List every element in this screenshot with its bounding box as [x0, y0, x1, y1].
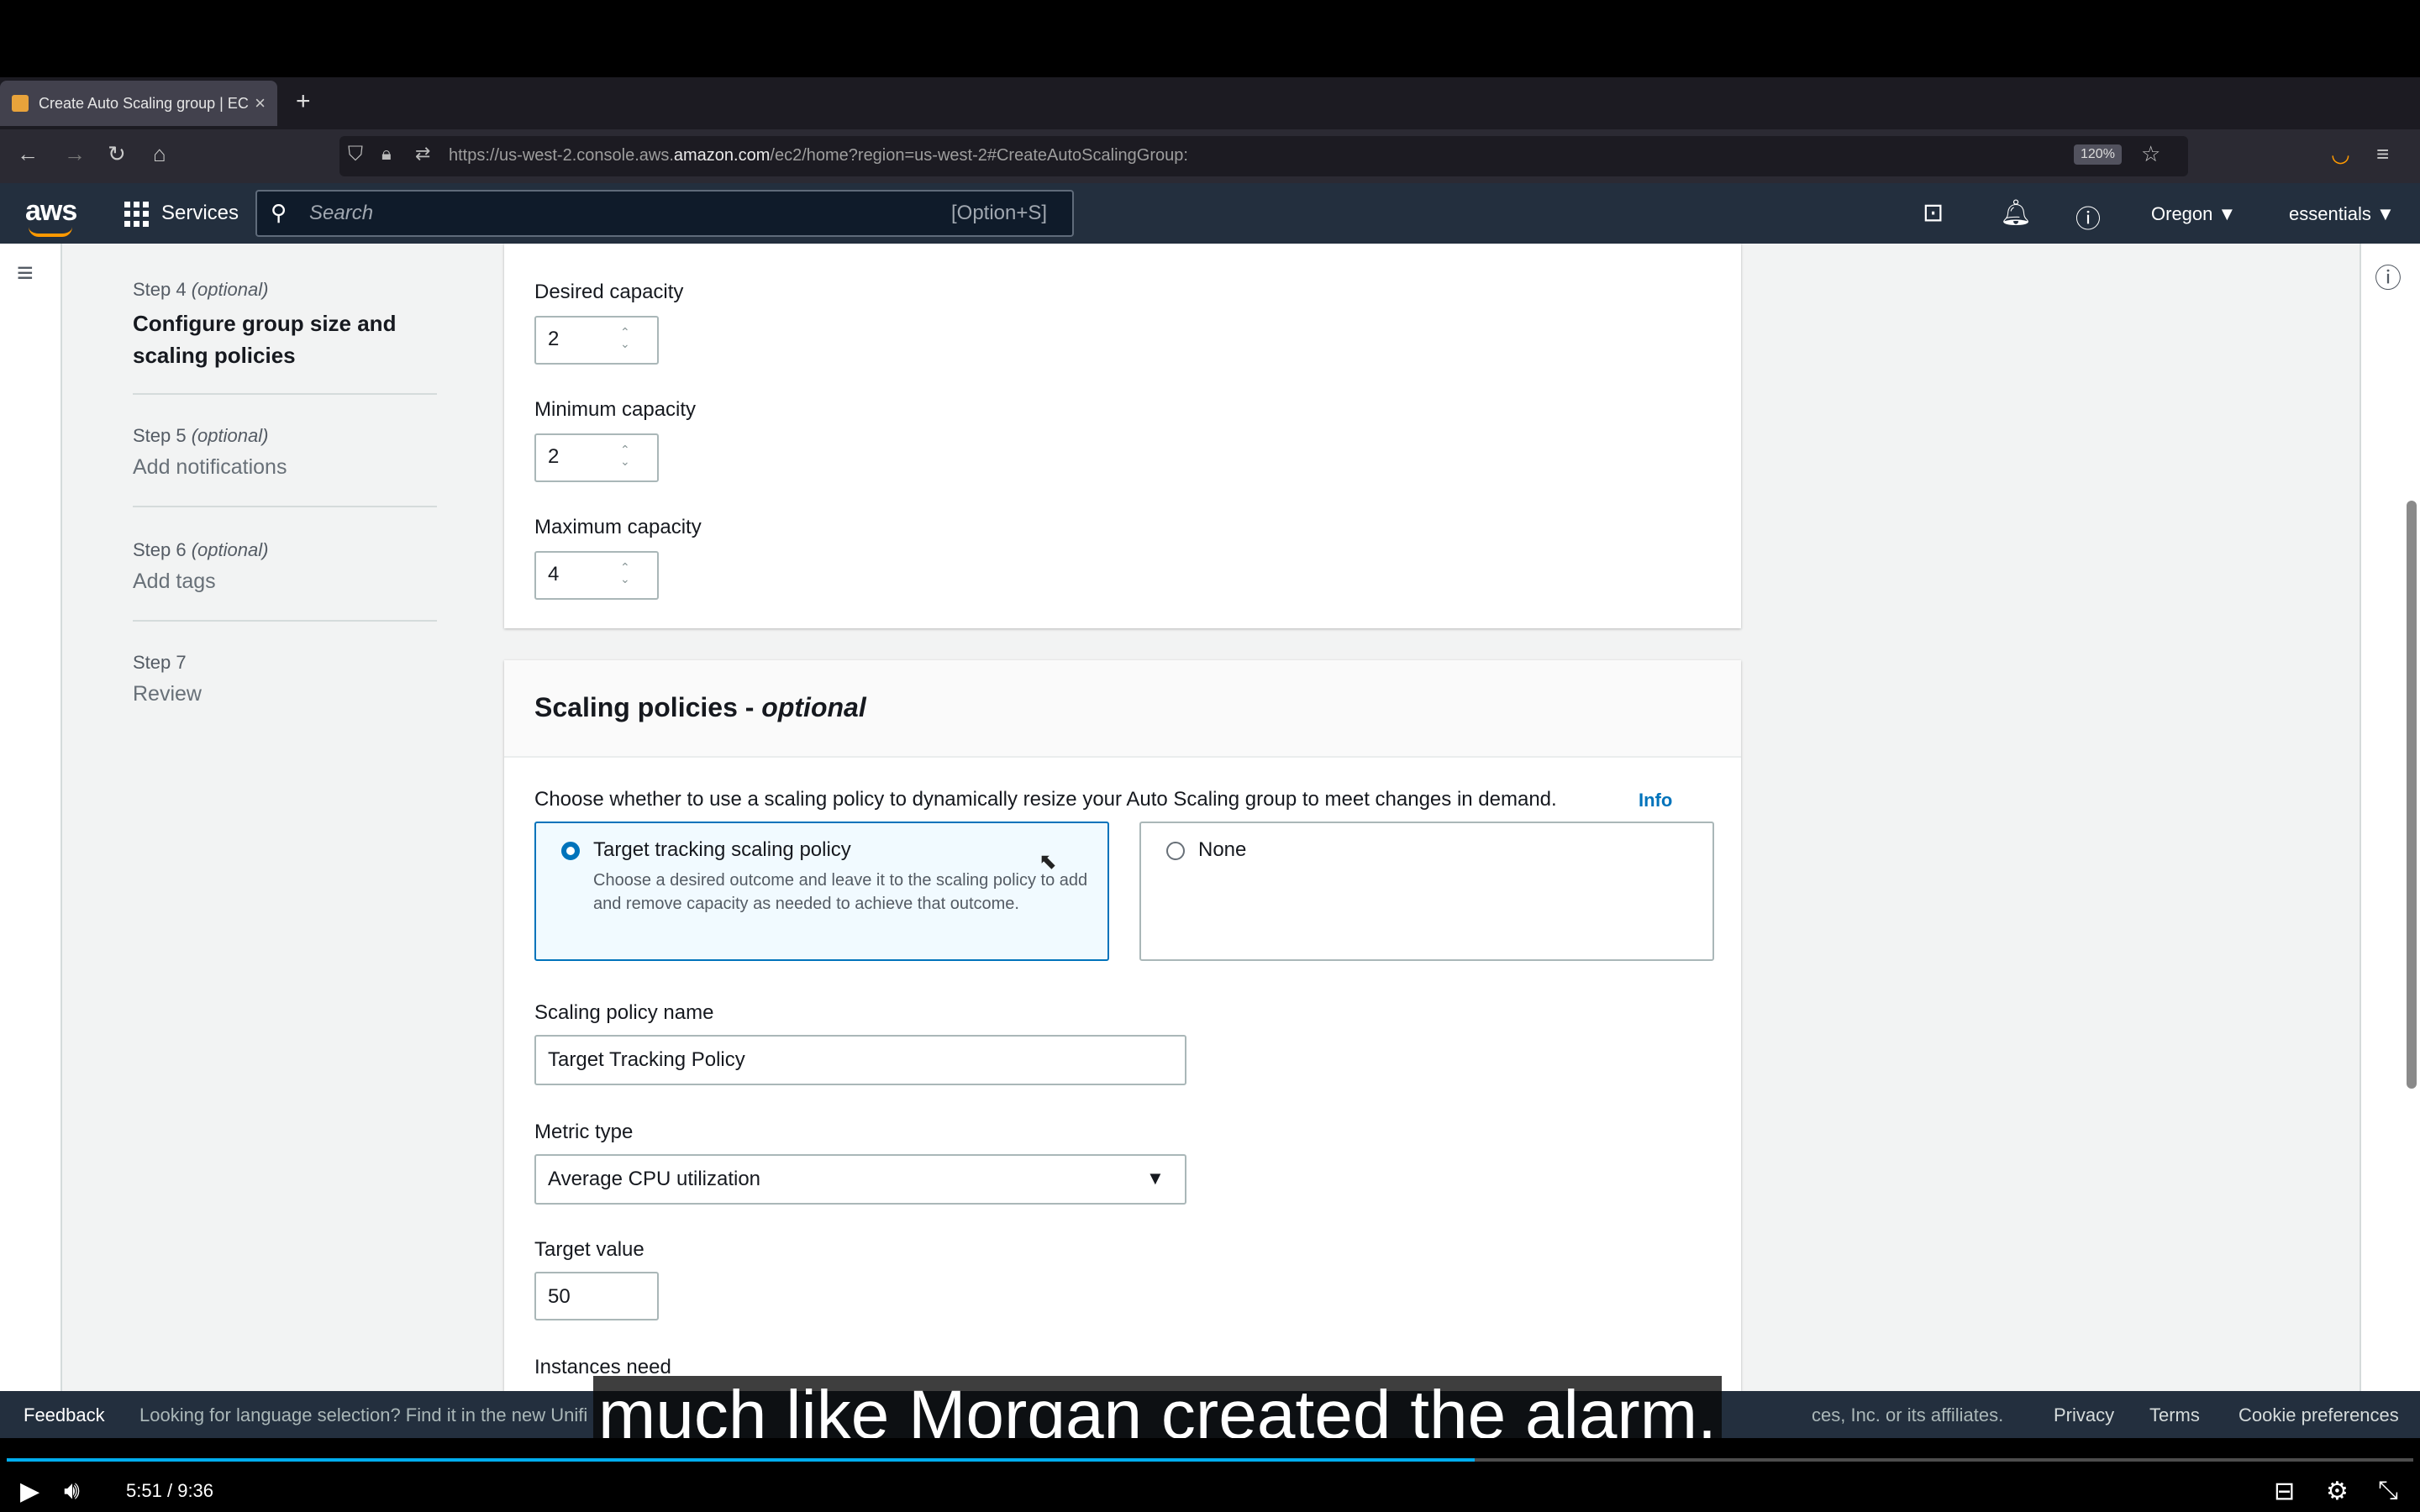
metric-type-label: Metric type — [534, 1121, 634, 1143]
shield-icon: ⛉ — [348, 143, 363, 165]
scaling-policies-title: Scaling policies - optional — [534, 692, 866, 722]
services-button[interactable]: Services — [161, 202, 239, 225]
help-icon[interactable]: ⓘ — [2075, 198, 2101, 235]
aws-logo[interactable]: aws — [25, 195, 77, 228]
scaling-policies-card — [504, 660, 1741, 1391]
target-tracking-title: Target tracking scaling policy — [593, 838, 851, 861]
target-value-value: 50 — [548, 1285, 571, 1308]
info-link[interactable]: Info — [1639, 790, 1672, 811]
volume-icon[interactable]: 🔊︎ — [64, 1477, 80, 1505]
policy-name-value: Target Tracking Policy — [548, 1048, 745, 1071]
search-shortcut: [Option+S] — [951, 202, 1048, 224]
step-divider — [133, 506, 437, 507]
time-display: 5:51 / 9:36 — [126, 1480, 214, 1501]
info-panel-icon[interactable]: ⓘ — [2375, 257, 2402, 296]
minimum-capacity-label: Minimum capacity — [534, 398, 697, 421]
step-6-title[interactable]: Add tags — [133, 570, 216, 594]
new-tab-icon[interactable]: + — [296, 87, 311, 116]
tab-title: Create Auto Scaling group | EC2 — [39, 94, 249, 112]
maximum-capacity-value: 4 — [548, 563, 560, 585]
desired-capacity-label: Desired capacity — [534, 281, 684, 303]
spinner-arrows-icon[interactable]: ⌃ ⌄ — [620, 561, 630, 585]
browser-tab[interactable]: Create Auto Scaling group | EC2 × — [0, 81, 277, 126]
step-divider — [133, 620, 437, 622]
aws-favicon-icon — [12, 95, 29, 112]
exit-fullscreen-icon[interactable]: ⤡ — [2378, 1477, 2398, 1505]
search-icon: ⚲ — [271, 200, 287, 225]
services-grid-icon[interactable] — [124, 202, 150, 227]
spinner-arrows-icon[interactable]: ⌃ ⌄ — [620, 326, 630, 349]
policy-name-label: Scaling policy name — [534, 1001, 714, 1024]
step-4-title[interactable]: Configure group size and scaling policie… — [133, 307, 410, 371]
maximum-capacity-label: Maximum capacity — [534, 516, 702, 538]
play-icon[interactable]: ▶ — [20, 1477, 39, 1506]
progress-fill — [7, 1458, 1476, 1462]
captions-icon[interactable]: ⊟ — [2274, 1477, 2295, 1506]
account-menu[interactable]: essentials ▼ — [2289, 203, 2395, 225]
target-value-label: Target value — [534, 1238, 644, 1261]
terms-link[interactable]: Terms — [2149, 1404, 2200, 1426]
language-notice: Looking for language selection? Find it … — [139, 1404, 588, 1425]
lock-icon: 🔒︎ — [381, 143, 392, 164]
step-6-label: Step 6 (optional) — [133, 539, 269, 560]
close-tab-icon[interactable]: × — [255, 92, 266, 114]
url-text: https://us-west-2.console.aws.amazon.com… — [449, 146, 1188, 165]
zoom-level-badge[interactable]: 120% — [2074, 144, 2122, 165]
feedback-link[interactable]: Feedback — [24, 1404, 105, 1426]
mouse-cursor-icon: ⬉ — [1039, 848, 1057, 874]
step-7-title[interactable]: Review — [133, 682, 202, 706]
forward-icon[interactable]: → — [64, 141, 86, 167]
step-7-label: Step 7 — [133, 652, 187, 673]
target-tracking-description: Choose a desired outcome and leave it to… — [593, 871, 1088, 913]
group-size-card — [504, 244, 1741, 628]
menu-icon[interactable]: ≡ — [2376, 141, 2389, 167]
notifications-bell-icon[interactable]: 🔔︎ — [2000, 198, 2032, 228]
browser-tab-bar — [0, 77, 2420, 129]
spinner-arrows-icon[interactable]: ⌃ ⌄ — [620, 444, 630, 467]
side-nav-strip — [0, 244, 62, 1391]
desired-capacity-value: 2 — [548, 328, 560, 350]
settings-gear-icon[interactable]: ⚙ — [2326, 1477, 2349, 1506]
step-5-title[interactable]: Add notifications — [133, 455, 287, 480]
cloudshell-icon[interactable]: ⊡ — [1923, 198, 1944, 228]
cookie-preferences-link[interactable]: Cookie preferences — [2238, 1404, 2399, 1426]
hamburger-menu-icon[interactable]: ≡ — [17, 257, 34, 290]
minimum-capacity-value: 2 — [548, 445, 560, 468]
caret-down-icon[interactable]: ▼ — [1146, 1168, 1165, 1189]
extension-icon[interactable]: ◡ — [2331, 141, 2350, 167]
metric-type-value: Average CPU utilization — [548, 1168, 761, 1190]
permissions-icon: ⇄ — [415, 143, 431, 164]
target-tracking-radio[interactable] — [561, 842, 580, 860]
reload-icon[interactable]: ↻ — [108, 141, 126, 167]
search-placeholder: Search — [309, 202, 374, 224]
copyright-text: ces, Inc. or its affiliates. — [1812, 1404, 2004, 1425]
letterbox-top — [0, 0, 2420, 77]
aws-logo-smile-icon — [29, 227, 72, 237]
home-icon[interactable]: ⌂ — [153, 141, 166, 167]
step-5-label: Step 5 (optional) — [133, 425, 269, 446]
back-icon[interactable]: ← — [17, 141, 39, 167]
step-divider — [133, 393, 437, 395]
step-4-label: Step 4 (optional) — [133, 279, 269, 300]
none-title: None — [1198, 838, 1247, 861]
player-controls-bar — [0, 1438, 2420, 1512]
region-selector[interactable]: Oregon ▼ — [2151, 203, 2236, 225]
none-radio[interactable] — [1166, 842, 1185, 860]
scaling-description: Choose whether to use a scaling policy t… — [534, 788, 1557, 811]
privacy-link[interactable]: Privacy — [2054, 1404, 2114, 1426]
bookmark-star-icon[interactable]: ☆ — [2141, 141, 2160, 167]
scrollbar-thumb[interactable] — [2407, 501, 2417, 1089]
